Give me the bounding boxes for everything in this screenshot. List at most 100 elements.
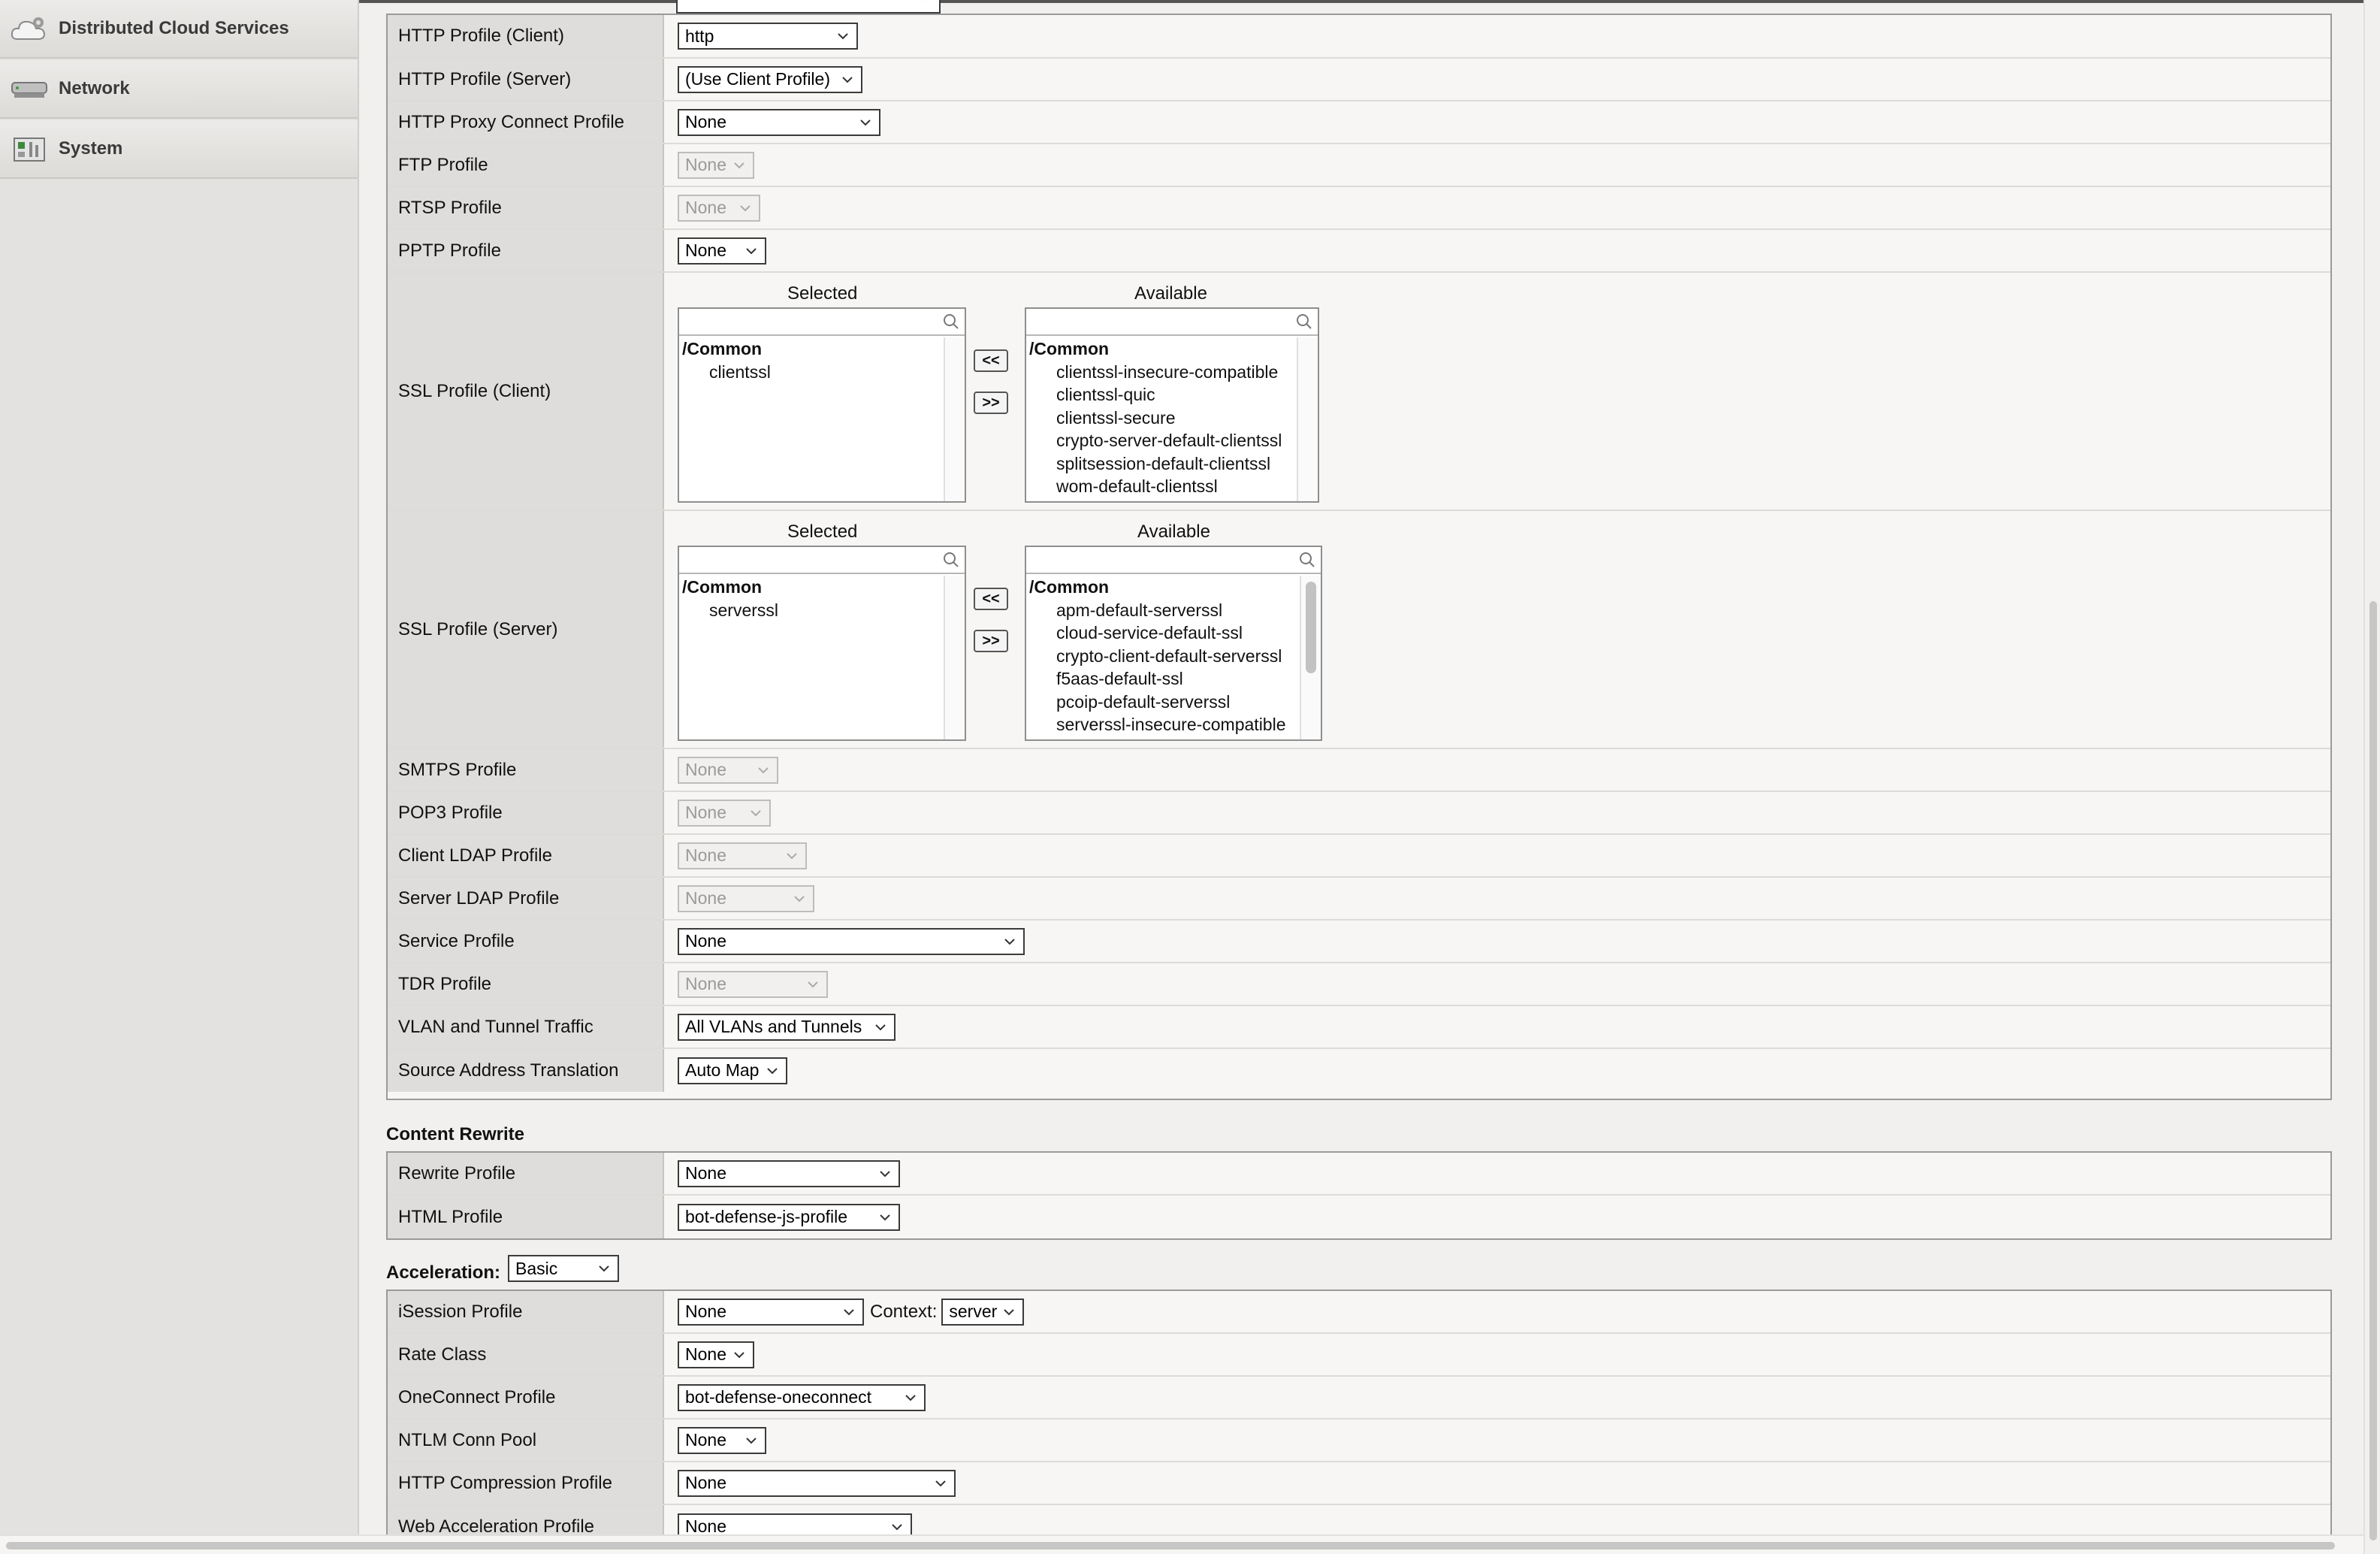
select-value: None [685,888,726,908]
search-input[interactable] [1026,309,1318,336]
pptp-profile-select[interactable]: None [678,237,766,265]
acceleration-section: iSession Profile None Context: server Ra… [386,1289,2332,1554]
http-compression-profile-row: HTTP Compression Profile None [388,1462,2330,1505]
field-label: HTTP Profile (Client) [388,15,664,57]
list-item[interactable]: wom-default-clientssl [1026,475,1297,498]
isession-profile-select[interactable]: None [678,1298,864,1326]
ssl-client-dual-list: Selected Available /Common clientssl << … [678,273,1354,509]
list-item[interactable]: serverssl-insecure-compatible [1026,713,1300,736]
list-item[interactable]: pcoip-default-serverssl [1026,691,1300,714]
smtps-profile-select[interactable]: None [678,756,778,784]
http-profile-client-select[interactable]: http [678,23,858,50]
server-ldap-profile-select[interactable]: None [678,884,814,912]
available-listbox[interactable]: /Common apm-default-serverssl cloud-serv… [1025,546,1322,741]
html-profile-select[interactable]: bot-defense-js-profile [678,1203,900,1231]
listbox-scrollbar[interactable] [944,337,965,501]
rtsp-profile-row: RTSP Profile None [388,187,2330,230]
list-item[interactable]: crypto-client-default-serverssl [1026,645,1300,668]
context-label: Context: [870,1301,938,1322]
rewrite-profile-select[interactable]: None [678,1159,900,1187]
move-right-button[interactable]: >> [974,392,1008,414]
content-rewrite-section: Rewrite Profile None HTML Profile bot-de… [386,1151,2332,1240]
select-value: None [685,1302,726,1321]
field-label: VLAN and Tunnel Traffic [388,1006,664,1048]
chevron-down-icon [746,247,757,254]
select-value: None [685,974,726,993]
pop3-profile-select[interactable]: None [678,799,771,827]
selected-listbox[interactable]: /Common clientssl [678,307,966,503]
select-value: None [685,1163,726,1183]
context-select[interactable]: server [941,1298,1025,1326]
field-label: SSL Profile (Server) [388,511,664,748]
acceleration-mode-select[interactable]: Basic [508,1255,619,1282]
sidebar-item-distributed-cloud-services[interactable]: Distributed Cloud Services [0,0,358,59]
rewrite-profile-row: Rewrite Profile None [388,1153,2330,1196]
tdr-profile-select[interactable]: None [678,970,828,998]
chevron-down-icon [1004,1308,1015,1315]
list-item[interactable]: clientssl-insecure-compatible [1026,361,1297,384]
move-left-button[interactable]: << [974,349,1008,372]
list-item[interactable]: clientssl-secure [1026,407,1297,430]
rtsp-profile-select[interactable]: None [678,194,760,222]
move-left-button[interactable]: << [974,588,1008,610]
list-item[interactable]: crypto-server-default-clientssl [1026,429,1297,452]
service-profile-select[interactable]: None [678,927,1025,955]
select-value: bot-defense-oneconnect [685,1387,872,1407]
field-label: Client LDAP Profile [388,835,664,876]
list-item[interactable]: clientssl-quic [1026,383,1297,407]
vlan-tunnel-traffic-select[interactable]: All VLANs and Tunnels [678,1013,896,1041]
field-label: Rate Class [388,1334,664,1375]
chevron-down-icon [808,981,818,987]
select-value: None [685,155,726,174]
scrollbar-thumb[interactable] [6,1542,2335,1549]
sidebar-item-system[interactable]: System [0,120,358,179]
list-item[interactable]: clientssl [679,361,944,384]
page-horizontal-scrollbar[interactable] [0,1534,2363,1554]
scrollbar-thumb[interactable] [2369,601,2377,1540]
search-input[interactable] [1026,547,1321,574]
search-input[interactable] [679,309,965,336]
list-item[interactable]: serverssl [679,599,944,622]
sidebar-item-label: System [59,138,123,159]
source-address-translation-row: Source Address Translation Auto Map [388,1049,2330,1092]
list-item[interactable]: cloud-service-default-ssl [1026,621,1300,645]
source-address-translation-select[interactable]: Auto Map [678,1057,787,1084]
http-compression-profile-select[interactable]: None [678,1469,956,1497]
scrollbar-thumb[interactable] [1306,582,1316,673]
sidebar-item-label: Distributed Cloud Services [59,18,289,38]
ntlm-conn-pool-select[interactable]: None [678,1426,766,1454]
field-label: POP3 Profile [388,792,664,833]
select-value: None [685,1430,726,1450]
client-ldap-profile-select[interactable]: None [678,842,807,869]
list-item[interactable]: splitsession-default-clientssl [1026,452,1297,476]
protocol-profile-server-select[interactable] [676,0,941,14]
page-vertical-scrollbar[interactable] [2363,0,2380,1554]
field-label: PPTP Profile [388,230,664,271]
selected-listbox[interactable]: /Common serverssl [678,546,966,741]
chevron-down-icon [935,1480,946,1486]
list-item[interactable]: f5aas-default-ssl [1026,667,1300,691]
move-right-button[interactable]: >> [974,630,1008,652]
ftp-profile-select[interactable]: None [678,151,754,179]
chevron-down-icon [1004,938,1015,945]
field-label: iSession Profile [388,1291,664,1332]
chevron-down-icon [905,1394,916,1401]
listbox-scrollbar[interactable] [1297,337,1318,501]
select-value: bot-defense-js-profile [685,1207,848,1226]
listbox-scrollbar[interactable] [1300,576,1321,739]
sidebar-item-network[interactable]: Network [0,60,358,119]
html-profile-row: HTML Profile bot-defense-js-profile [388,1196,2330,1238]
network-device-icon [9,74,50,104]
chevron-down-icon [892,1523,902,1530]
http-proxy-connect-profile-select[interactable]: None [678,108,880,136]
listbox-scrollbar[interactable] [944,576,965,739]
chevron-down-icon [875,1023,886,1030]
oneconnect-profile-select[interactable]: bot-defense-oneconnect [678,1383,926,1411]
field-label: HTTP Profile (Server) [388,59,664,100]
search-input[interactable] [679,547,965,574]
http-profile-server-select[interactable]: (Use Client Profile) [678,65,862,93]
select-value: None [685,845,726,865]
rate-class-select[interactable]: None [678,1341,754,1368]
available-listbox[interactable]: /Common clientssl-insecure-compatible cl… [1025,307,1319,503]
list-item[interactable]: apm-default-serverssl [1026,599,1300,622]
